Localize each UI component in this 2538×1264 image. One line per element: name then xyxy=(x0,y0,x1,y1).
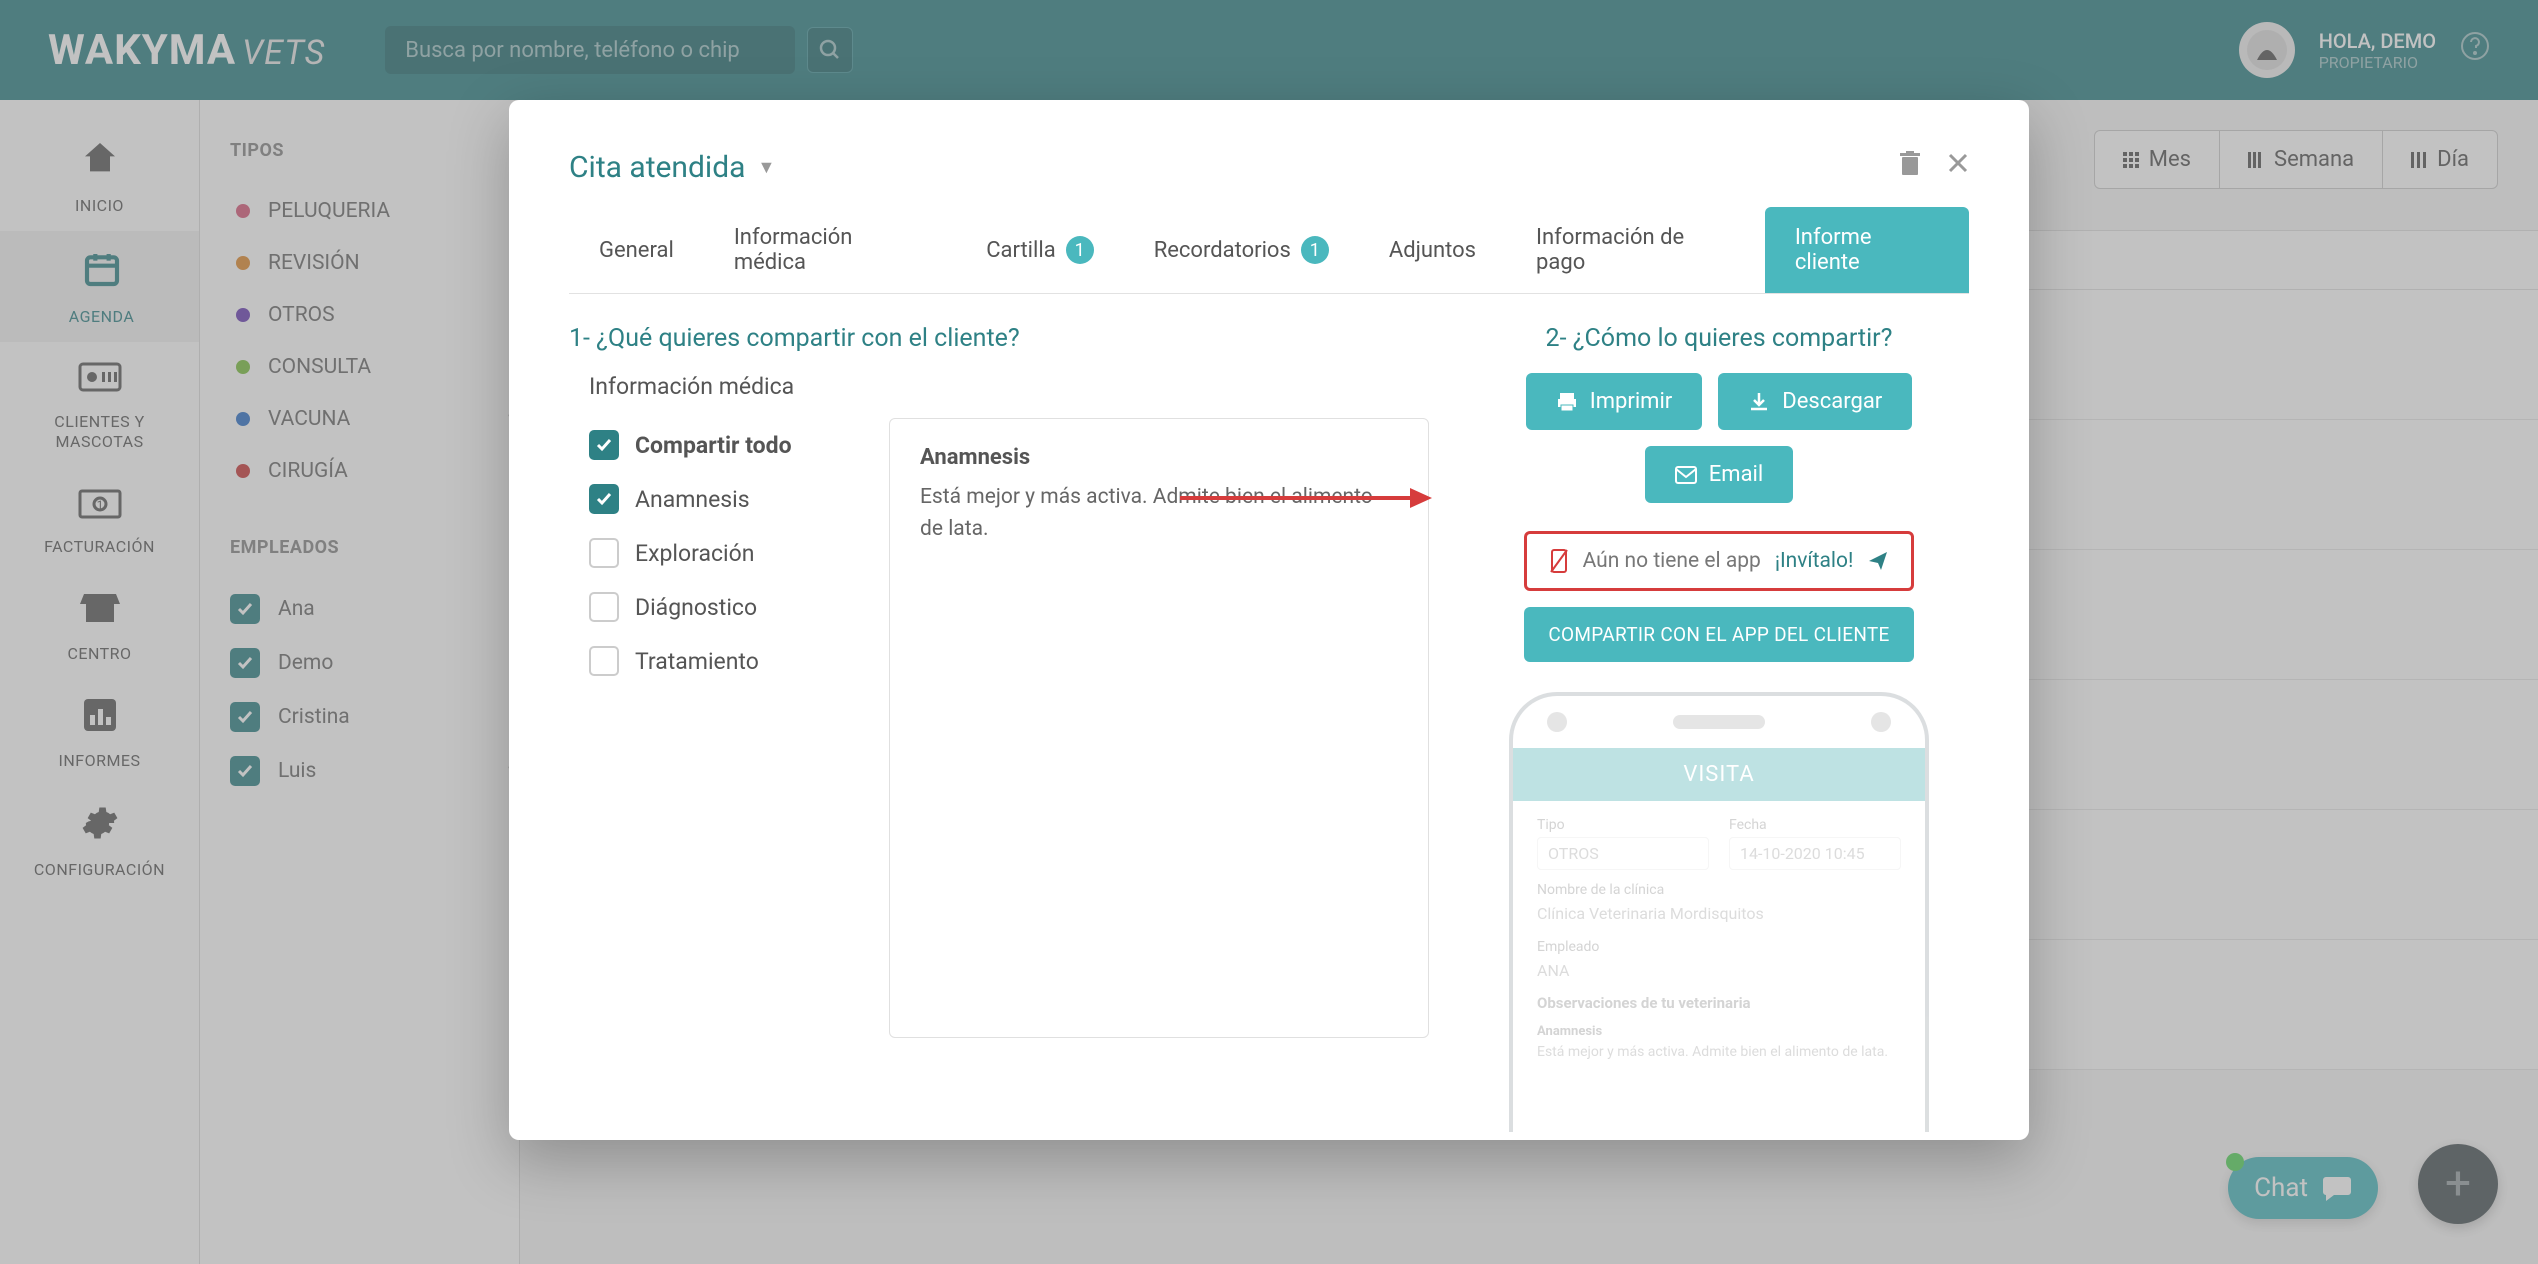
badge: 1 xyxy=(1301,236,1329,264)
question-2: 2- ¿Cómo lo quieres compartir? xyxy=(1546,324,1893,353)
check-tratamiento[interactable]: Tratamiento xyxy=(589,634,869,688)
check-anamnesis[interactable]: Anamnesis xyxy=(589,472,869,526)
checkbox-icon xyxy=(589,646,619,676)
delete-button[interactable] xyxy=(1899,151,1921,184)
checkbox-icon xyxy=(589,484,619,514)
share-app-button[interactable]: COMPARTIR CON EL APP DEL CLIENTE xyxy=(1524,607,1913,662)
tab-info-pago[interactable]: Información de pago xyxy=(1506,207,1765,293)
annotation-arrow xyxy=(1180,478,1440,522)
tab-info-medica[interactable]: Información médica xyxy=(704,207,956,293)
no-app-text: Aún no tiene el app xyxy=(1583,549,1761,573)
check-exploracion[interactable]: Exploración xyxy=(589,526,869,580)
section-label: Información médica xyxy=(589,373,1429,400)
checkbox-icon xyxy=(589,538,619,568)
checkbox-icon xyxy=(589,430,619,460)
print-button[interactable]: Imprimir xyxy=(1526,373,1703,430)
question-1: 1- ¿Qué quieres compartir con el cliente… xyxy=(569,324,1429,353)
camera-icon xyxy=(1547,712,1567,732)
download-icon xyxy=(1748,391,1770,413)
caret-down-icon: ▼ xyxy=(757,157,775,178)
checkbox-icon xyxy=(589,592,619,622)
tab-general[interactable]: General xyxy=(569,207,704,293)
phone-preview: VISITA TipoOTROS Fecha14-10-2020 10:45 N… xyxy=(1509,692,1929,1132)
tab-adjuntos[interactable]: Adjuntos xyxy=(1359,207,1506,293)
modal-title[interactable]: Cita atendida ▼ xyxy=(569,150,775,185)
trash-icon xyxy=(1899,151,1921,177)
phone-off-icon xyxy=(1549,548,1569,574)
camera-icon xyxy=(1871,712,1891,732)
email-button[interactable]: Email xyxy=(1645,446,1793,503)
tab-informe-cliente[interactable]: Informe cliente xyxy=(1765,207,1969,293)
print-icon xyxy=(1556,391,1578,413)
check-compartir-todo[interactable]: Compartir todo xyxy=(589,418,869,472)
close-icon xyxy=(1947,152,1969,174)
check-diagnostico[interactable]: Diágnostico xyxy=(589,580,869,634)
appointment-modal: Cita atendida ▼ General Información médi… xyxy=(509,100,2029,1140)
speaker-icon xyxy=(1673,715,1765,729)
tab-recordatorios[interactable]: Recordatorios1 xyxy=(1124,207,1359,293)
tab-cartilla[interactable]: Cartilla1 xyxy=(956,207,1124,293)
preview-title: Anamnesis xyxy=(920,445,1398,470)
modal-tabs: General Información médica Cartilla1 Rec… xyxy=(569,207,1969,294)
download-button[interactable]: Descargar xyxy=(1718,373,1912,430)
email-icon xyxy=(1675,466,1697,484)
close-button[interactable] xyxy=(1947,151,1969,184)
invite-box: Aún no tiene el app ¡Invítalo! xyxy=(1524,531,1915,591)
badge: 1 xyxy=(1066,236,1094,264)
invite-link[interactable]: ¡Invítalo! xyxy=(1775,549,1854,573)
phone-bar: VISITA xyxy=(1513,748,1925,801)
send-icon xyxy=(1867,550,1889,572)
